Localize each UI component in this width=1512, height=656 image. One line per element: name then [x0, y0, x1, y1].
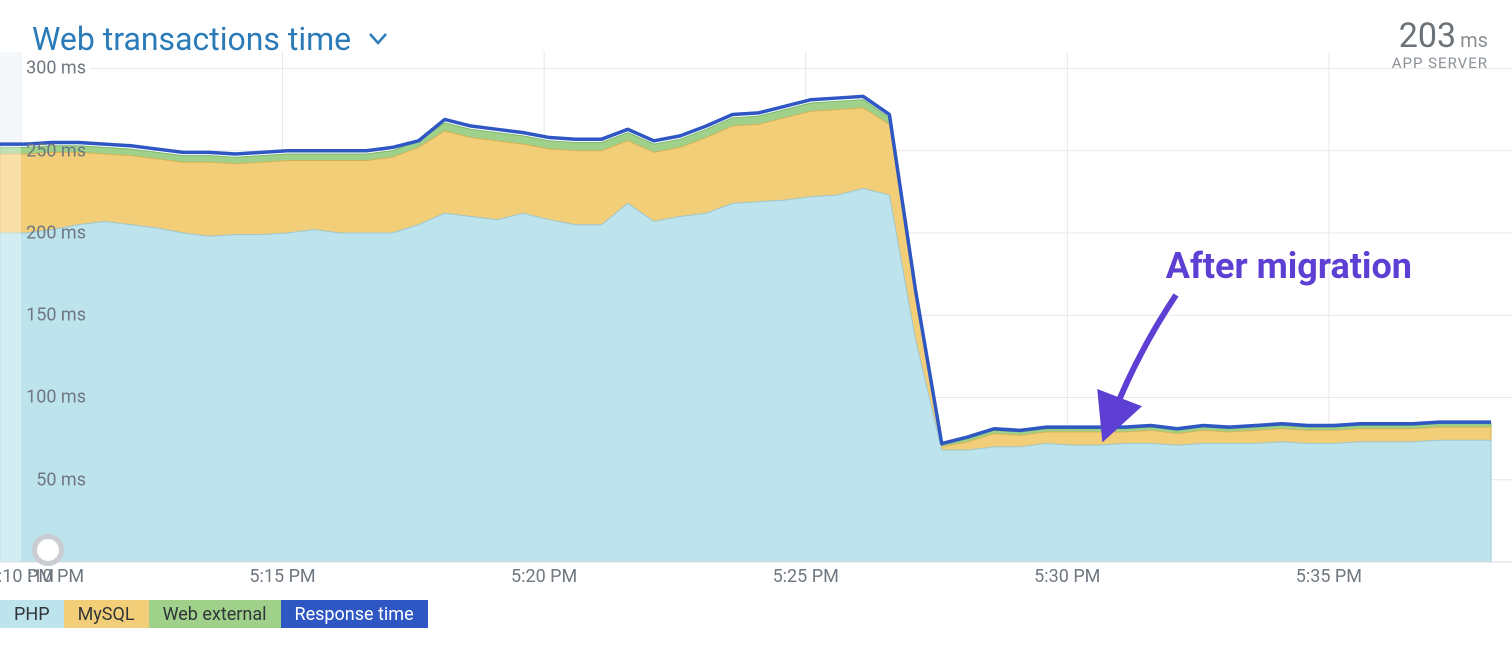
y-axis-tick: 50 ms — [36, 469, 86, 490]
x-axis-tick: :10 PM — [28, 566, 84, 587]
area-chart[interactable]: 50 ms100 ms150 ms200 ms250 ms300 ms5:10 … — [0, 42, 1512, 602]
y-axis-tick: 300 ms — [26, 58, 86, 79]
legend-item-mysql[interactable]: MySQL — [64, 600, 149, 628]
x-axis-tick: 5:25 PM — [773, 566, 839, 587]
legend: PHP MySQL Web external Response time — [0, 600, 428, 628]
legend-item-php[interactable]: PHP — [0, 600, 64, 628]
y-axis-tick: 200 ms — [26, 222, 86, 243]
y-axis-tick: 100 ms — [26, 387, 86, 408]
marker-circle-icon — [32, 534, 64, 566]
legend-item-web-external[interactable]: Web external — [149, 600, 281, 628]
legend-item-response-time[interactable]: Response time — [281, 600, 428, 628]
y-axis-tick: 250 ms — [26, 140, 86, 161]
x-axis-tick: 5:35 PM — [1296, 566, 1362, 587]
x-axis-tick: 5:30 PM — [1034, 566, 1100, 587]
y-axis-tick: 150 ms — [26, 305, 86, 326]
x-axis-tick: 5:20 PM — [511, 566, 577, 587]
x-axis-tick: 5:15 PM — [249, 566, 315, 587]
